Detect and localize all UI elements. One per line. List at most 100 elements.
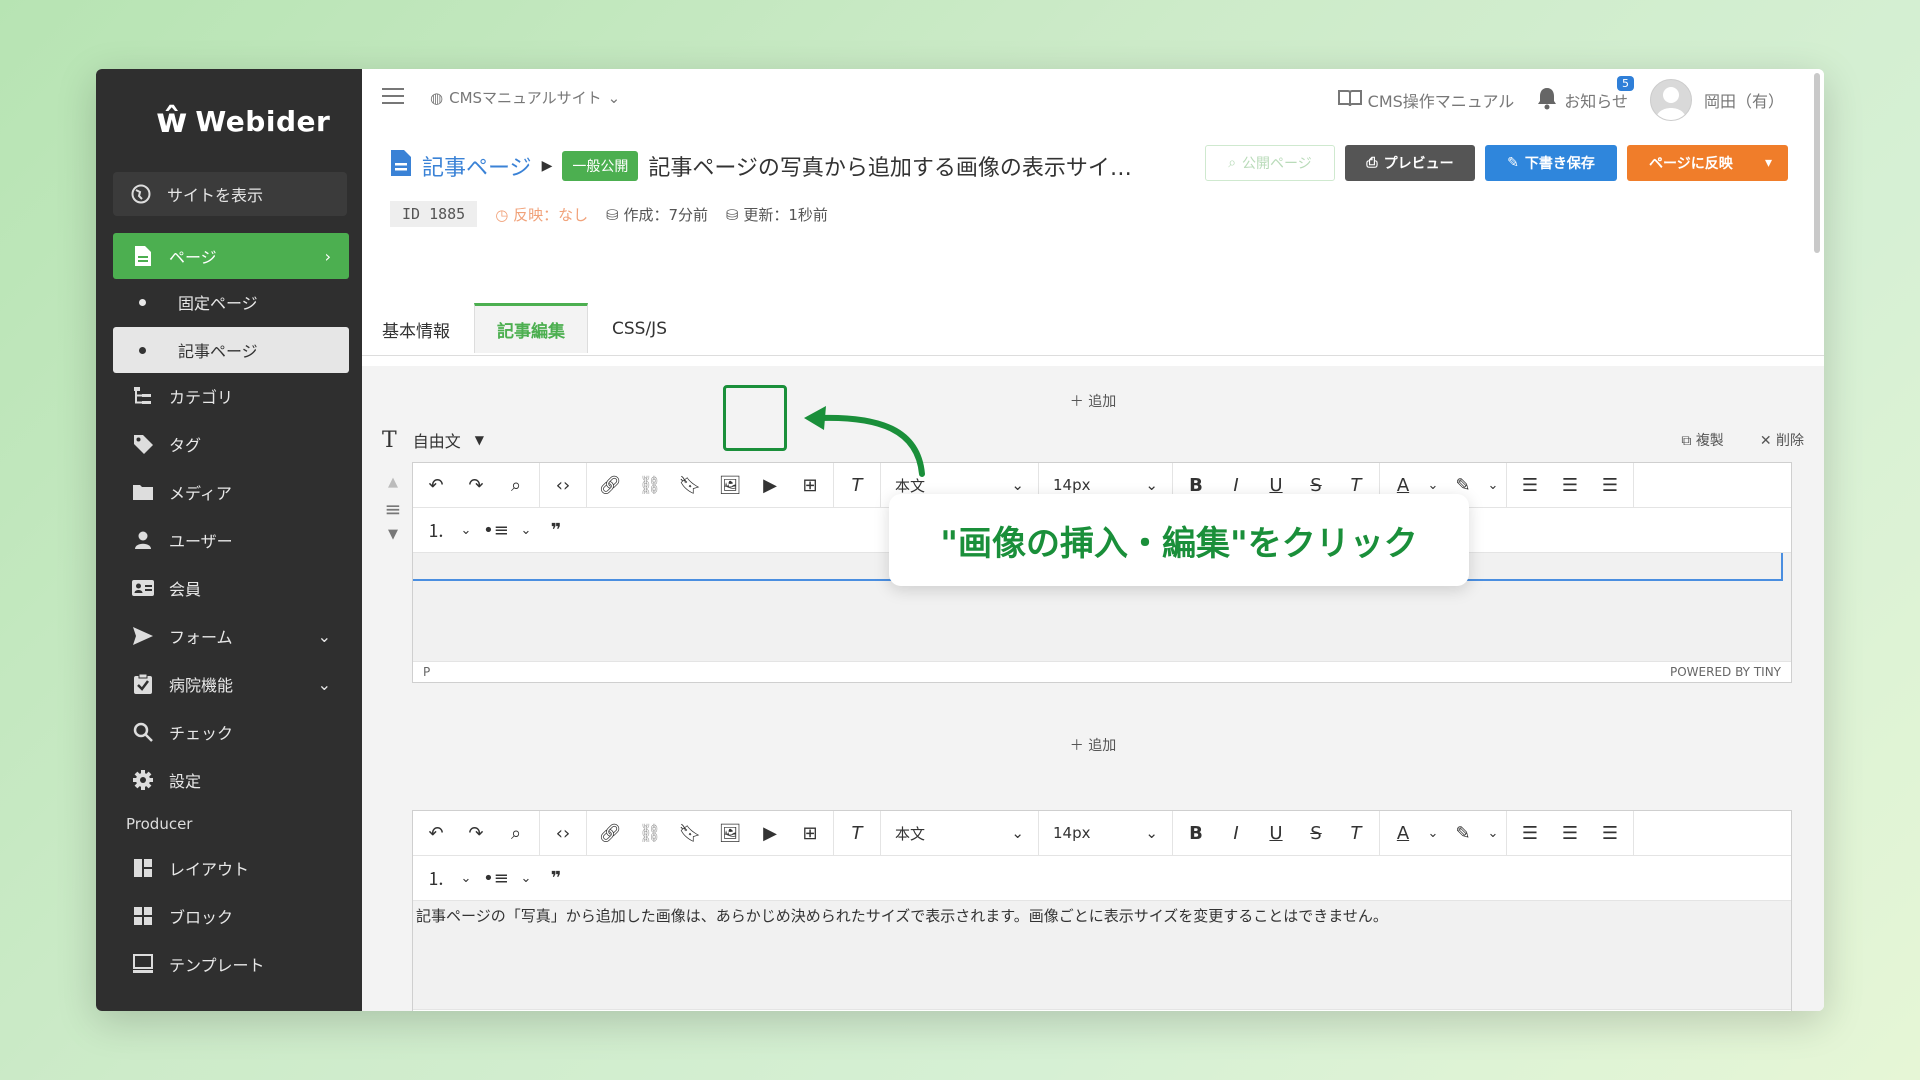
sidebar-item-fixed-page[interactable]: 固定ページ	[113, 279, 349, 325]
delete-block-button[interactable]: ✕ 削除	[1760, 430, 1804, 450]
highlight-color-icon[interactable]: ✎	[1446, 816, 1480, 850]
search-icon[interactable]: ⌕	[499, 816, 533, 850]
caret-down-icon[interactable]: ▼	[475, 433, 484, 447]
align-center-icon[interactable]: ☰	[1553, 816, 1587, 850]
align-left-icon[interactable]: ☰	[1513, 816, 1547, 850]
editor-body-2[interactable]: 記事ページの「写真」から追加した画像は、あらかじめ決められたサイズで表示されます…	[413, 901, 1791, 1009]
notice-label: お知らせ	[1564, 92, 1628, 111]
clear-formatting-icon[interactable]: T	[1339, 816, 1373, 850]
redo-icon[interactable]: ↷	[459, 816, 493, 850]
align-right-icon[interactable]: ☰	[1593, 816, 1627, 850]
sidebar-item-block[interactable]: ブロック	[113, 893, 349, 939]
sidebar-item-user[interactable]: ユーザー	[113, 517, 349, 563]
block-type-select[interactable]: 自由文	[413, 428, 461, 452]
link-icon[interactable]: 🔗︎	[593, 816, 627, 850]
italic-icon[interactable]: I	[1219, 816, 1253, 850]
sidebar-item-media[interactable]: メディア	[113, 469, 349, 515]
search-icon[interactable]: ⌕	[499, 468, 533, 502]
toolbar-group-text-style: B I U S T	[1173, 811, 1380, 855]
instruction-callout: "画像の挿入・編集"をクリック	[889, 494, 1469, 586]
sidebar-item-template[interactable]: テンプレート	[113, 941, 349, 987]
tab-basic-info[interactable]: 基本情報	[382, 303, 450, 355]
copy-block-button[interactable]: ⧉ 複製	[1681, 430, 1723, 450]
code-icon[interactable]: ‹›	[546, 468, 580, 502]
chevron-down-icon[interactable]: ⌄	[1426, 816, 1440, 850]
media-icon[interactable]: ▶	[753, 468, 787, 502]
page-scrollbar[interactable]	[1814, 73, 1820, 253]
format-select[interactable]: 本文 ⌄	[881, 811, 1039, 855]
powered-by[interactable]: POWERED BY TINY	[1670, 665, 1781, 679]
bold-icon[interactable]: B	[1179, 816, 1213, 850]
unlink-icon[interactable]: ⛓	[633, 816, 667, 850]
move-down-icon[interactable]: ▼	[380, 522, 406, 548]
sidebar-item-layout[interactable]: レイアウト	[113, 845, 349, 891]
move-up-icon[interactable]: ▲	[380, 470, 406, 496]
undo-icon[interactable]: ↶	[419, 468, 453, 502]
sidebar-item-category[interactable]: カテゴリ	[113, 373, 349, 419]
text-type-icon: T	[382, 427, 397, 453]
preview-button[interactable]: ⎙ プレビュー	[1345, 145, 1475, 181]
save-draft-button[interactable]: ✎ 下書き保存	[1485, 145, 1617, 181]
strikethrough-icon[interactable]: S	[1299, 816, 1333, 850]
globe-icon	[129, 182, 153, 206]
sidebar-item-article-page[interactable]: 記事ページ	[113, 327, 349, 373]
table-icon[interactable]: ⊞	[793, 816, 827, 850]
sidebar-item-member[interactable]: 会員	[113, 565, 349, 611]
drag-handle-icon[interactable]: ≡	[380, 496, 406, 522]
link-icon[interactable]: 🔗︎	[593, 468, 627, 502]
chevron-down-icon[interactable]: ⌄	[519, 861, 533, 895]
code-icon[interactable]: ‹›	[546, 816, 580, 850]
site-selector[interactable]: ◍ CMSマニュアルサイト ⌄	[430, 87, 620, 108]
font-size-select[interactable]: 14px ⌄	[1039, 811, 1173, 855]
user-menu[interactable]: 岡田（有）	[1649, 79, 1784, 121]
align-right-icon[interactable]: ☰	[1593, 468, 1627, 502]
unlink-icon[interactable]: ⛓	[633, 468, 667, 502]
bullet-list-icon[interactable]: •≡	[479, 513, 513, 547]
chevron-down-icon[interactable]: ⌄	[519, 513, 533, 547]
bookmark-icon[interactable]: 🔖︎	[673, 816, 707, 850]
updated-label: 更新：1秒前	[743, 205, 828, 224]
media-icon[interactable]: ▶	[753, 816, 787, 850]
sidebar-item-tag[interactable]: タグ	[113, 421, 349, 467]
copy-icon: ⧉	[1681, 433, 1692, 449]
blockquote-icon[interactable]: ❞	[539, 513, 573, 547]
chevron-down-icon[interactable]: ⌄	[1486, 468, 1500, 502]
clear-format-icon[interactable]: T	[840, 816, 874, 850]
caret-down-icon[interactable]: ▾	[1765, 155, 1772, 171]
undo-icon[interactable]: ↶	[419, 816, 453, 850]
reflect-page-label: ページに反映	[1649, 156, 1733, 172]
chevron-down-icon[interactable]: ⌄	[459, 513, 473, 547]
blockquote-icon[interactable]: ❞	[539, 861, 573, 895]
tab-article-edit[interactable]: 記事編集	[474, 303, 588, 353]
image-icon[interactable]: 🖼︎	[713, 468, 747, 502]
manual-link[interactable]: CMS操作マニュアル	[1337, 88, 1514, 112]
redo-icon[interactable]: ↷	[459, 468, 493, 502]
add-block-button-top[interactable]: ＋ 追加	[362, 391, 1824, 411]
chevron-down-icon[interactable]: ⌄	[459, 861, 473, 895]
bookmark-icon[interactable]: 🔖︎	[673, 468, 707, 502]
image-icon[interactable]: 🖼︎	[713, 816, 747, 850]
numbered-list-icon[interactable]: ⒈	[419, 861, 453, 895]
sidebar-item-page[interactable]: ページ ›	[113, 233, 349, 279]
notification-button[interactable]: お知らせ 5	[1536, 76, 1634, 114]
logo[interactable]: ŵ Webider	[156, 99, 330, 143]
add-block-button-middle[interactable]: ＋ 追加	[362, 735, 1824, 755]
sidebar-item-check[interactable]: チェック	[113, 709, 349, 755]
breadcrumb-link[interactable]: 記事ページ	[422, 150, 532, 182]
bullet-list-icon[interactable]: •≡	[479, 861, 513, 895]
chevron-down-icon[interactable]: ⌄	[1486, 816, 1500, 850]
align-left-icon[interactable]: ☰	[1513, 468, 1547, 502]
sidebar-item-settings[interactable]: 設定	[113, 757, 349, 803]
numbered-list-icon[interactable]: ⒈	[419, 513, 453, 547]
tab-css-js[interactable]: CSS/JS	[612, 303, 667, 355]
align-center-icon[interactable]: ☰	[1553, 468, 1587, 502]
sidebar-item-form[interactable]: フォーム ⌄	[113, 613, 349, 659]
public-page-button[interactable]: ⌕ 公開ページ	[1205, 145, 1335, 181]
text-color-icon[interactable]: A	[1386, 816, 1420, 850]
reflect-page-button[interactable]: ページに反映 ▾	[1627, 145, 1788, 181]
view-site-button[interactable]: サイトを表示	[113, 172, 347, 216]
sidebar-item-hospital[interactable]: 病院機能 ⌄	[113, 661, 349, 707]
menu-icon[interactable]	[382, 88, 404, 104]
topbar: ◍ CMSマニュアルサイト ⌄ CMS操作マニュアル お知らせ 5 岡田（有）	[362, 69, 1824, 128]
underline-icon[interactable]: U	[1259, 816, 1293, 850]
